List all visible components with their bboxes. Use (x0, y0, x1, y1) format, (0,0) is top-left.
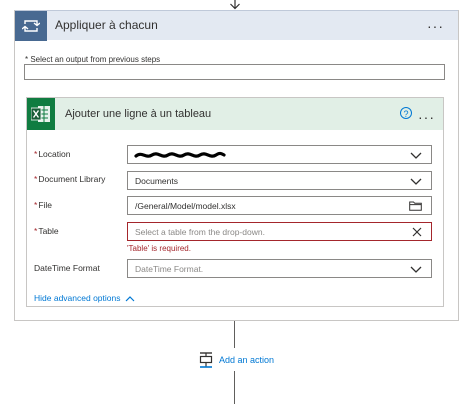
location-dropdown[interactable] (127, 145, 432, 164)
table-dropdown[interactable]: Select a table from the drop-down. (127, 222, 432, 241)
datetime-format-label: DateTime Format (34, 263, 100, 273)
required-marker: * (34, 174, 38, 184)
document-library-label: *Document Library (34, 174, 106, 184)
datetime-format-placeholder: DateTime Format. (135, 264, 204, 274)
required-marker: * (34, 226, 38, 236)
location-label: *Location (34, 149, 71, 159)
loop-icon-tile (15, 11, 47, 41)
more-options-icon[interactable]: ··· (427, 19, 444, 33)
help-circle-icon[interactable]: ? (400, 107, 412, 119)
required-marker: * (34, 149, 38, 159)
flow-connector (234, 321, 235, 348)
select-output-label: * Select an output from previous steps (25, 55, 161, 64)
chevron-down-icon[interactable] (410, 150, 422, 160)
apply-to-each-header[interactable]: Appliquer à chacun ··· (15, 10, 458, 41)
flow-connector (234, 371, 235, 404)
datetime-format-dropdown[interactable]: DateTime Format. (127, 259, 432, 278)
file-value: /General/Model/model.xlsx (135, 201, 236, 211)
apply-to-each-card: Appliquer à chacun ··· * Select an outpu… (14, 10, 459, 321)
more-options-icon[interactable]: ··· (418, 110, 435, 124)
file-picker-input[interactable]: /General/Model/model.xlsx (127, 196, 432, 215)
document-library-value: Documents (135, 176, 178, 186)
chevron-up-icon (126, 296, 135, 302)
table-error-message: 'Table' is required. (127, 244, 191, 253)
chevron-down-icon[interactable] (410, 176, 422, 186)
table-placeholder: Select a table from the drop-down. (135, 227, 265, 237)
arrow-down-icon (230, 0, 240, 10)
add-step-icon (199, 352, 213, 368)
table-label: *Table (34, 226, 59, 236)
document-library-dropdown[interactable]: Documents (127, 171, 432, 190)
loop-arrows-icon (22, 20, 40, 32)
add-row-action-card: Ajouter une ligne à un tableau ? ··· *Lo… (26, 97, 444, 307)
add-row-action-title: Ajouter une ligne à un tableau (65, 108, 212, 120)
excel-icon-tile (27, 98, 55, 130)
add-an-action-label: Add an action (219, 355, 275, 365)
folder-icon[interactable] (409, 201, 422, 211)
hide-advanced-options-link[interactable]: Hide advanced options (34, 293, 135, 303)
excel-icon (31, 106, 50, 122)
add-row-action-header[interactable]: Ajouter une ligne à un tableau ? ··· (27, 98, 443, 130)
redacted-location-scribble (134, 151, 226, 158)
close-icon[interactable] (412, 227, 422, 237)
apply-to-each-title: Appliquer à chacun (55, 18, 158, 32)
file-label: *File (34, 200, 53, 210)
required-marker: * (34, 200, 38, 210)
chevron-down-icon[interactable] (410, 264, 422, 274)
select-output-input[interactable] (24, 64, 445, 80)
